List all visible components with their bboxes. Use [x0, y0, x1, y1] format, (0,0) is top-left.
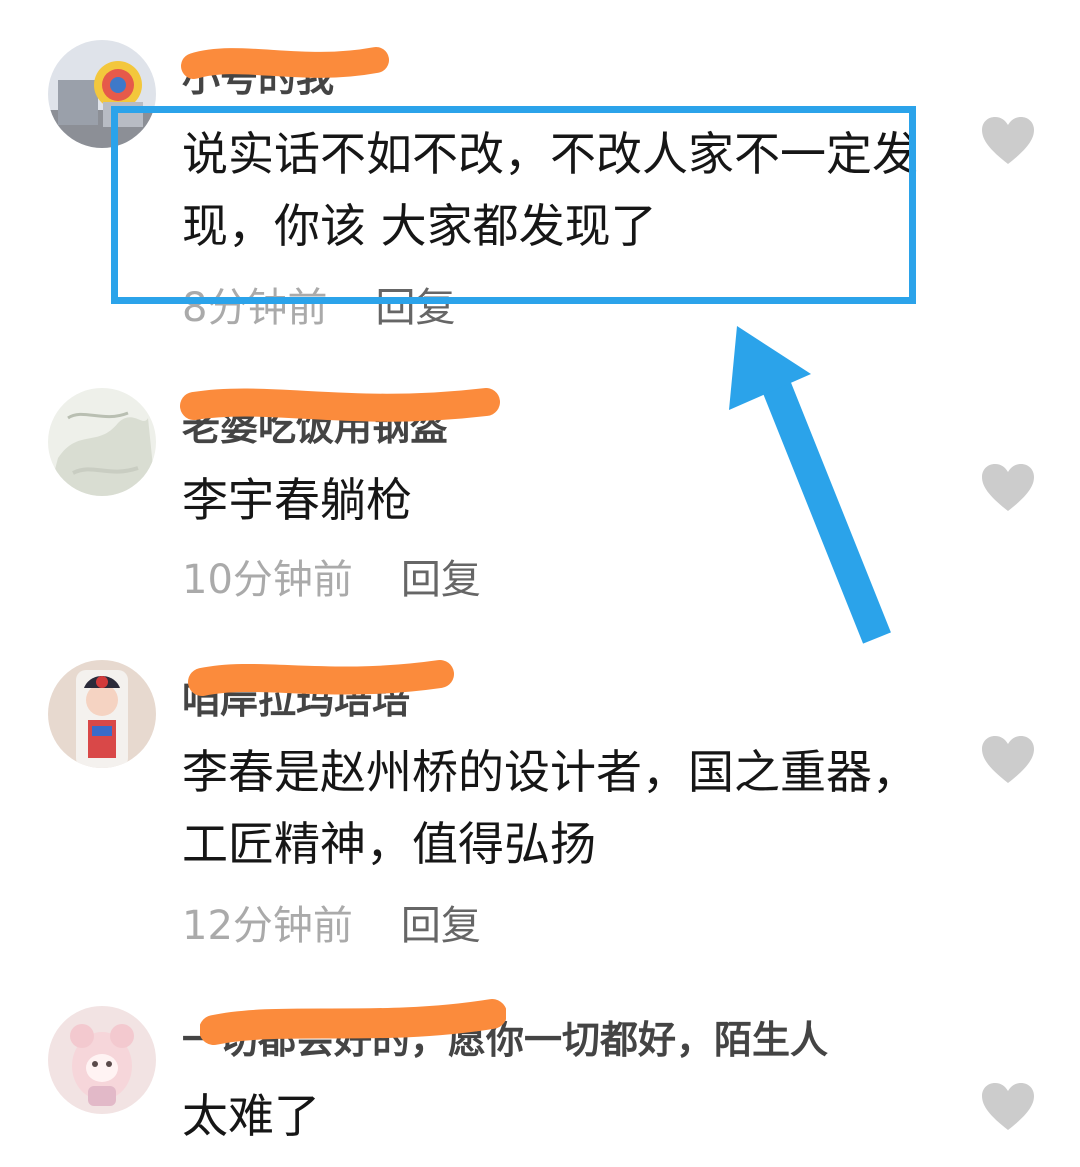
comment-username[interactable]: 一切都会好的，愿你一切都好，陌生人 [182, 1018, 828, 1062]
username-redacted-part: 一切都会好的 [182, 1018, 411, 1062]
comment-item-4: 一切都会好的，愿你一切都好，陌生人 太难了 [0, 0, 1080, 1167]
like-heart-icon[interactable] [980, 1082, 1036, 1132]
comment-text: 太难了 [182, 1089, 320, 1143]
username-signature: ，愿你一切都好，陌生人 [410, 1018, 829, 1062]
avatar[interactable] [48, 1006, 156, 1114]
